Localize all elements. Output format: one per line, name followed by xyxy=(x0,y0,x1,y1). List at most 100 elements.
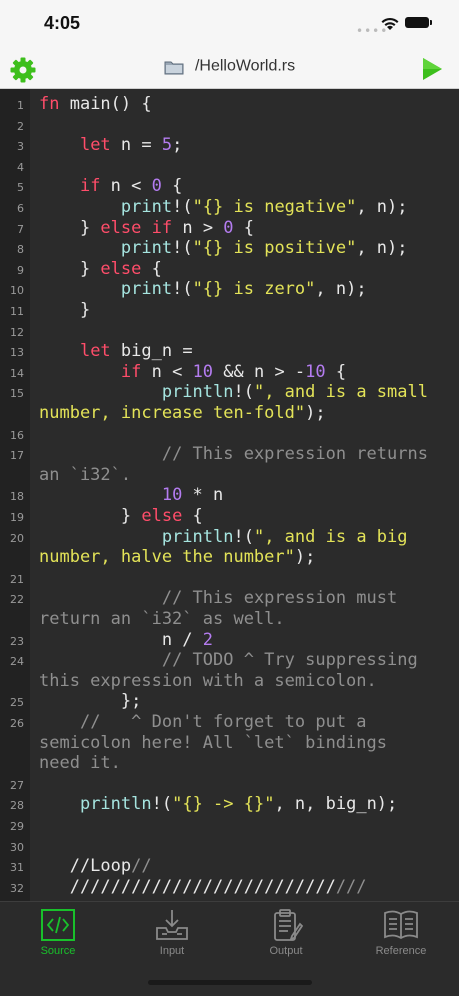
code-line[interactable]: 4 xyxy=(0,156,459,177)
code-line[interactable]: 25 }; xyxy=(0,691,459,712)
code-line[interactable]: 12 xyxy=(0,321,459,342)
code-text: let n = 5; xyxy=(79,135,183,156)
code-line[interactable]: 31 //Loop// xyxy=(0,856,459,877)
code-line[interactable]: 20 println!(", and is a big number, halv… xyxy=(0,527,459,568)
code-line[interactable]: 23 n / 2 xyxy=(0,630,459,651)
book-icon xyxy=(384,910,418,940)
code-line[interactable]: 1 fn main() { xyxy=(0,94,459,115)
line-number: 24 xyxy=(10,655,24,669)
tab-label-reference: Reference xyxy=(375,945,427,957)
code-line[interactable]: 11 } xyxy=(0,300,459,321)
code-text: println!("{} -> {}", n, big_n); xyxy=(79,794,398,815)
play-icon[interactable] xyxy=(420,56,444,82)
code-line[interactable]: 27 xyxy=(0,774,459,795)
code-line[interactable]: 10 print!("{} is zero", n); xyxy=(0,279,459,300)
code-text: print!("{} is negative", n); xyxy=(120,197,408,217)
line-number: 31 xyxy=(10,861,24,875)
code-line[interactable]: 19 } else { xyxy=(0,506,459,527)
code-line[interactable]: 3 let n = 5; xyxy=(0,135,459,156)
tab-label-output: Output xyxy=(269,945,303,957)
line-number: 8 xyxy=(17,243,24,257)
battery-icon xyxy=(405,17,432,28)
code-icon xyxy=(41,909,75,941)
code-line[interactable]: 26 // ^ Don't forget to put a semicolon … xyxy=(0,712,459,774)
code-line[interactable]: 21 xyxy=(0,568,459,589)
line-number: 9 xyxy=(17,263,24,277)
line-number: 2 xyxy=(17,119,24,133)
code-text: if n < 0 { xyxy=(79,176,183,197)
code-line[interactable]: 6 print!("{} is negative", n); xyxy=(0,197,459,218)
code-text: fn main() { xyxy=(39,94,152,114)
line-number: 26 xyxy=(10,717,24,730)
code-text: // ^ Don't forget to put a semicolon her… xyxy=(39,712,387,774)
status-time: 4:05 xyxy=(44,13,81,33)
line-number: 32 xyxy=(10,881,24,895)
code-line[interactable]: 15 println!(", and is a small number, in… xyxy=(0,382,459,423)
code-line[interactable]: 13 let big_n = xyxy=(0,341,459,362)
line-number: 29 xyxy=(10,820,24,833)
code-line[interactable]: 28 println!("{} -> {}", n, big_n); xyxy=(0,794,459,815)
line-number: 11 xyxy=(10,305,24,318)
code-text: // TODO ^ Try suppressing this expressio… xyxy=(39,650,418,691)
code-line[interactable]: 16 xyxy=(0,424,459,445)
nav-bar: /HelloWorld.rs xyxy=(0,48,459,89)
code-text: n / 2 xyxy=(39,629,214,650)
file-title: /HelloWorld.rs xyxy=(194,57,296,75)
line-number: 13 xyxy=(10,346,24,360)
code-line[interactable]: 5 if n < 0 { xyxy=(0,176,459,197)
line-number: 12 xyxy=(10,325,24,339)
line-number: 3 xyxy=(17,140,24,154)
code-line[interactable]: 30 xyxy=(0,836,459,857)
line-number: 19 xyxy=(10,511,24,524)
code-editor[interactable]: 1 fn main() {2 3 let n = 5; 4 5 if n < 0 {6 … xyxy=(0,89,459,901)
code-text: //Loop// xyxy=(39,856,152,877)
code-line[interactable]: 24 // TODO ^ Try suppressing this expres… xyxy=(0,650,459,691)
line-number: 30 xyxy=(10,840,24,854)
code-text: print!("{} is zero", n); xyxy=(120,279,367,300)
code-text: } else { xyxy=(39,506,203,526)
code-line[interactable]: 14 if n < 10 && n > -10 { xyxy=(0,362,459,383)
code-line[interactable]: 9 } else { xyxy=(0,259,459,280)
tab-bar: Source Input Output Reference xyxy=(0,901,459,996)
line-number: 23 xyxy=(10,634,24,648)
line-number: 6 xyxy=(17,202,24,215)
code-text: } xyxy=(39,300,91,320)
line-number: 4 xyxy=(17,160,24,174)
wifi-icon xyxy=(381,17,399,30)
line-number: 22 xyxy=(10,593,24,607)
line-number: 21 xyxy=(10,572,24,586)
code-line[interactable]: 17 // This expression returns an `i32`. xyxy=(0,444,459,485)
code-text: let big_n = xyxy=(79,341,193,362)
code-line[interactable]: 29 xyxy=(0,815,459,836)
code-text: } else if n > 0 { xyxy=(39,217,255,238)
line-number: 25 xyxy=(10,696,24,710)
code-line[interactable]: 2 xyxy=(0,115,459,136)
download-tray-icon xyxy=(156,910,188,940)
code-text: }; xyxy=(39,691,142,712)
tab-label-source: Source xyxy=(40,945,76,957)
line-number: 10 xyxy=(10,284,24,298)
line-number: 16 xyxy=(10,428,24,442)
clipboard-icon xyxy=(274,909,304,941)
tab-output[interactable]: Output xyxy=(236,908,336,957)
tab-source[interactable]: Source xyxy=(8,908,108,957)
code-line[interactable]: 32 ///////////////////////////// xyxy=(0,877,459,898)
status-bar: 4:05 •••• xyxy=(0,0,459,48)
code-text: } else { xyxy=(39,258,162,279)
home-indicator xyxy=(148,980,312,985)
code-text: // This expression returns an `i32`. xyxy=(39,444,428,485)
tab-reference[interactable]: Reference xyxy=(351,908,451,957)
line-number: 27 xyxy=(10,778,24,792)
line-number: 1 xyxy=(17,99,24,112)
tab-input[interactable]: Input xyxy=(122,908,222,957)
code-text: 10 * n xyxy=(161,485,224,506)
nav-title-wrap: /HelloWorld.rs xyxy=(0,56,459,76)
code-line[interactable]: 22 // This expression must return an `i3… xyxy=(0,588,459,629)
code-line[interactable]: 18 10 * n xyxy=(0,485,459,506)
code-text: // This expression must return an `i32` … xyxy=(39,588,398,629)
code-line[interactable]: 8 print!("{} is positive", n); xyxy=(0,238,459,259)
code-line[interactable]: 7 } else if n > 0 { xyxy=(0,218,459,239)
folder-icon xyxy=(164,61,184,74)
line-number: 28 xyxy=(10,799,24,813)
code-text: if n < 10 && n > -10 { xyxy=(120,361,347,382)
